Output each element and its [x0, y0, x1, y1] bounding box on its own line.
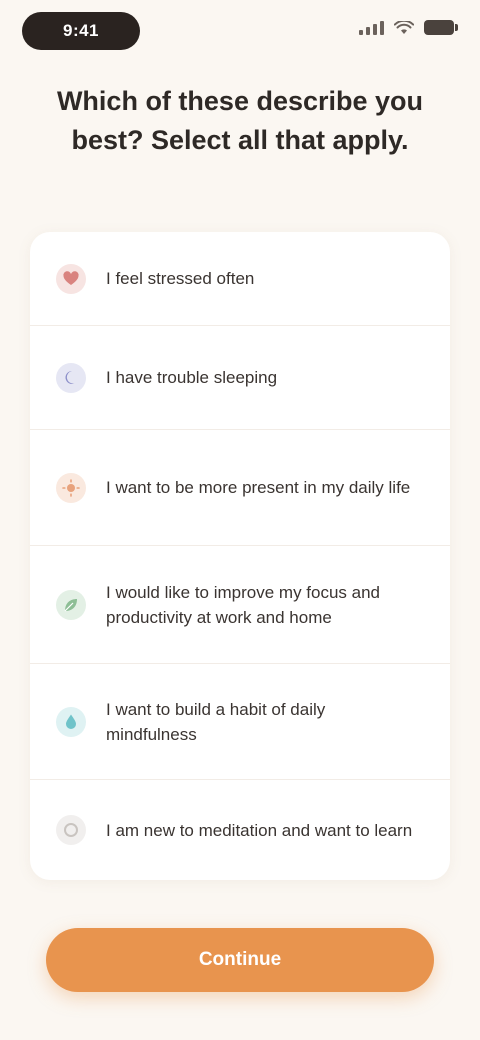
option-label: I want to build a habit of daily mindful… — [106, 699, 326, 744]
option-item[interactable]: I feel stressed often — [30, 232, 450, 326]
sun-icon — [56, 472, 86, 503]
status-icons — [359, 20, 458, 35]
option-label: I would like to improve my focus and pro… — [106, 582, 381, 627]
option-item[interactable]: I would like to improve my focus and pro… — [30, 546, 450, 664]
circle-icon — [56, 815, 86, 845]
drop-icon — [56, 706, 86, 737]
option-label: I feel stressed often — [106, 269, 255, 288]
moon-icon — [56, 362, 86, 393]
option-item[interactable]: I want to be more present in my daily li… — [30, 430, 450, 546]
page-title: Which of these describe you best? Select… — [56, 86, 424, 155]
signal-icon — [359, 20, 384, 35]
wifi-icon — [394, 20, 414, 34]
option-item[interactable]: I want to build a habit of daily mindful… — [30, 664, 450, 780]
leaf-icon — [56, 589, 86, 620]
option-label: I have trouble sleeping — [106, 368, 278, 387]
status-bar: 9:41 — [0, 0, 480, 64]
options-list: I feel stressed often I have trouble sle… — [30, 232, 450, 880]
option-label: I am new to meditation and want to learn — [106, 820, 413, 840]
option-label: I want to be more present in my daily li… — [106, 478, 411, 497]
option-item[interactable]: I am new to meditation and want to learn — [30, 780, 450, 880]
continue-button[interactable]: Continue — [46, 928, 434, 992]
status-time: 9:41 — [22, 12, 140, 50]
battery-icon — [424, 20, 458, 35]
option-item[interactable]: I have trouble sleeping — [30, 326, 450, 430]
onboarding-screen: 9:41 Which of these describe you best? S… — [0, 0, 480, 1040]
heart-icon — [56, 263, 86, 294]
